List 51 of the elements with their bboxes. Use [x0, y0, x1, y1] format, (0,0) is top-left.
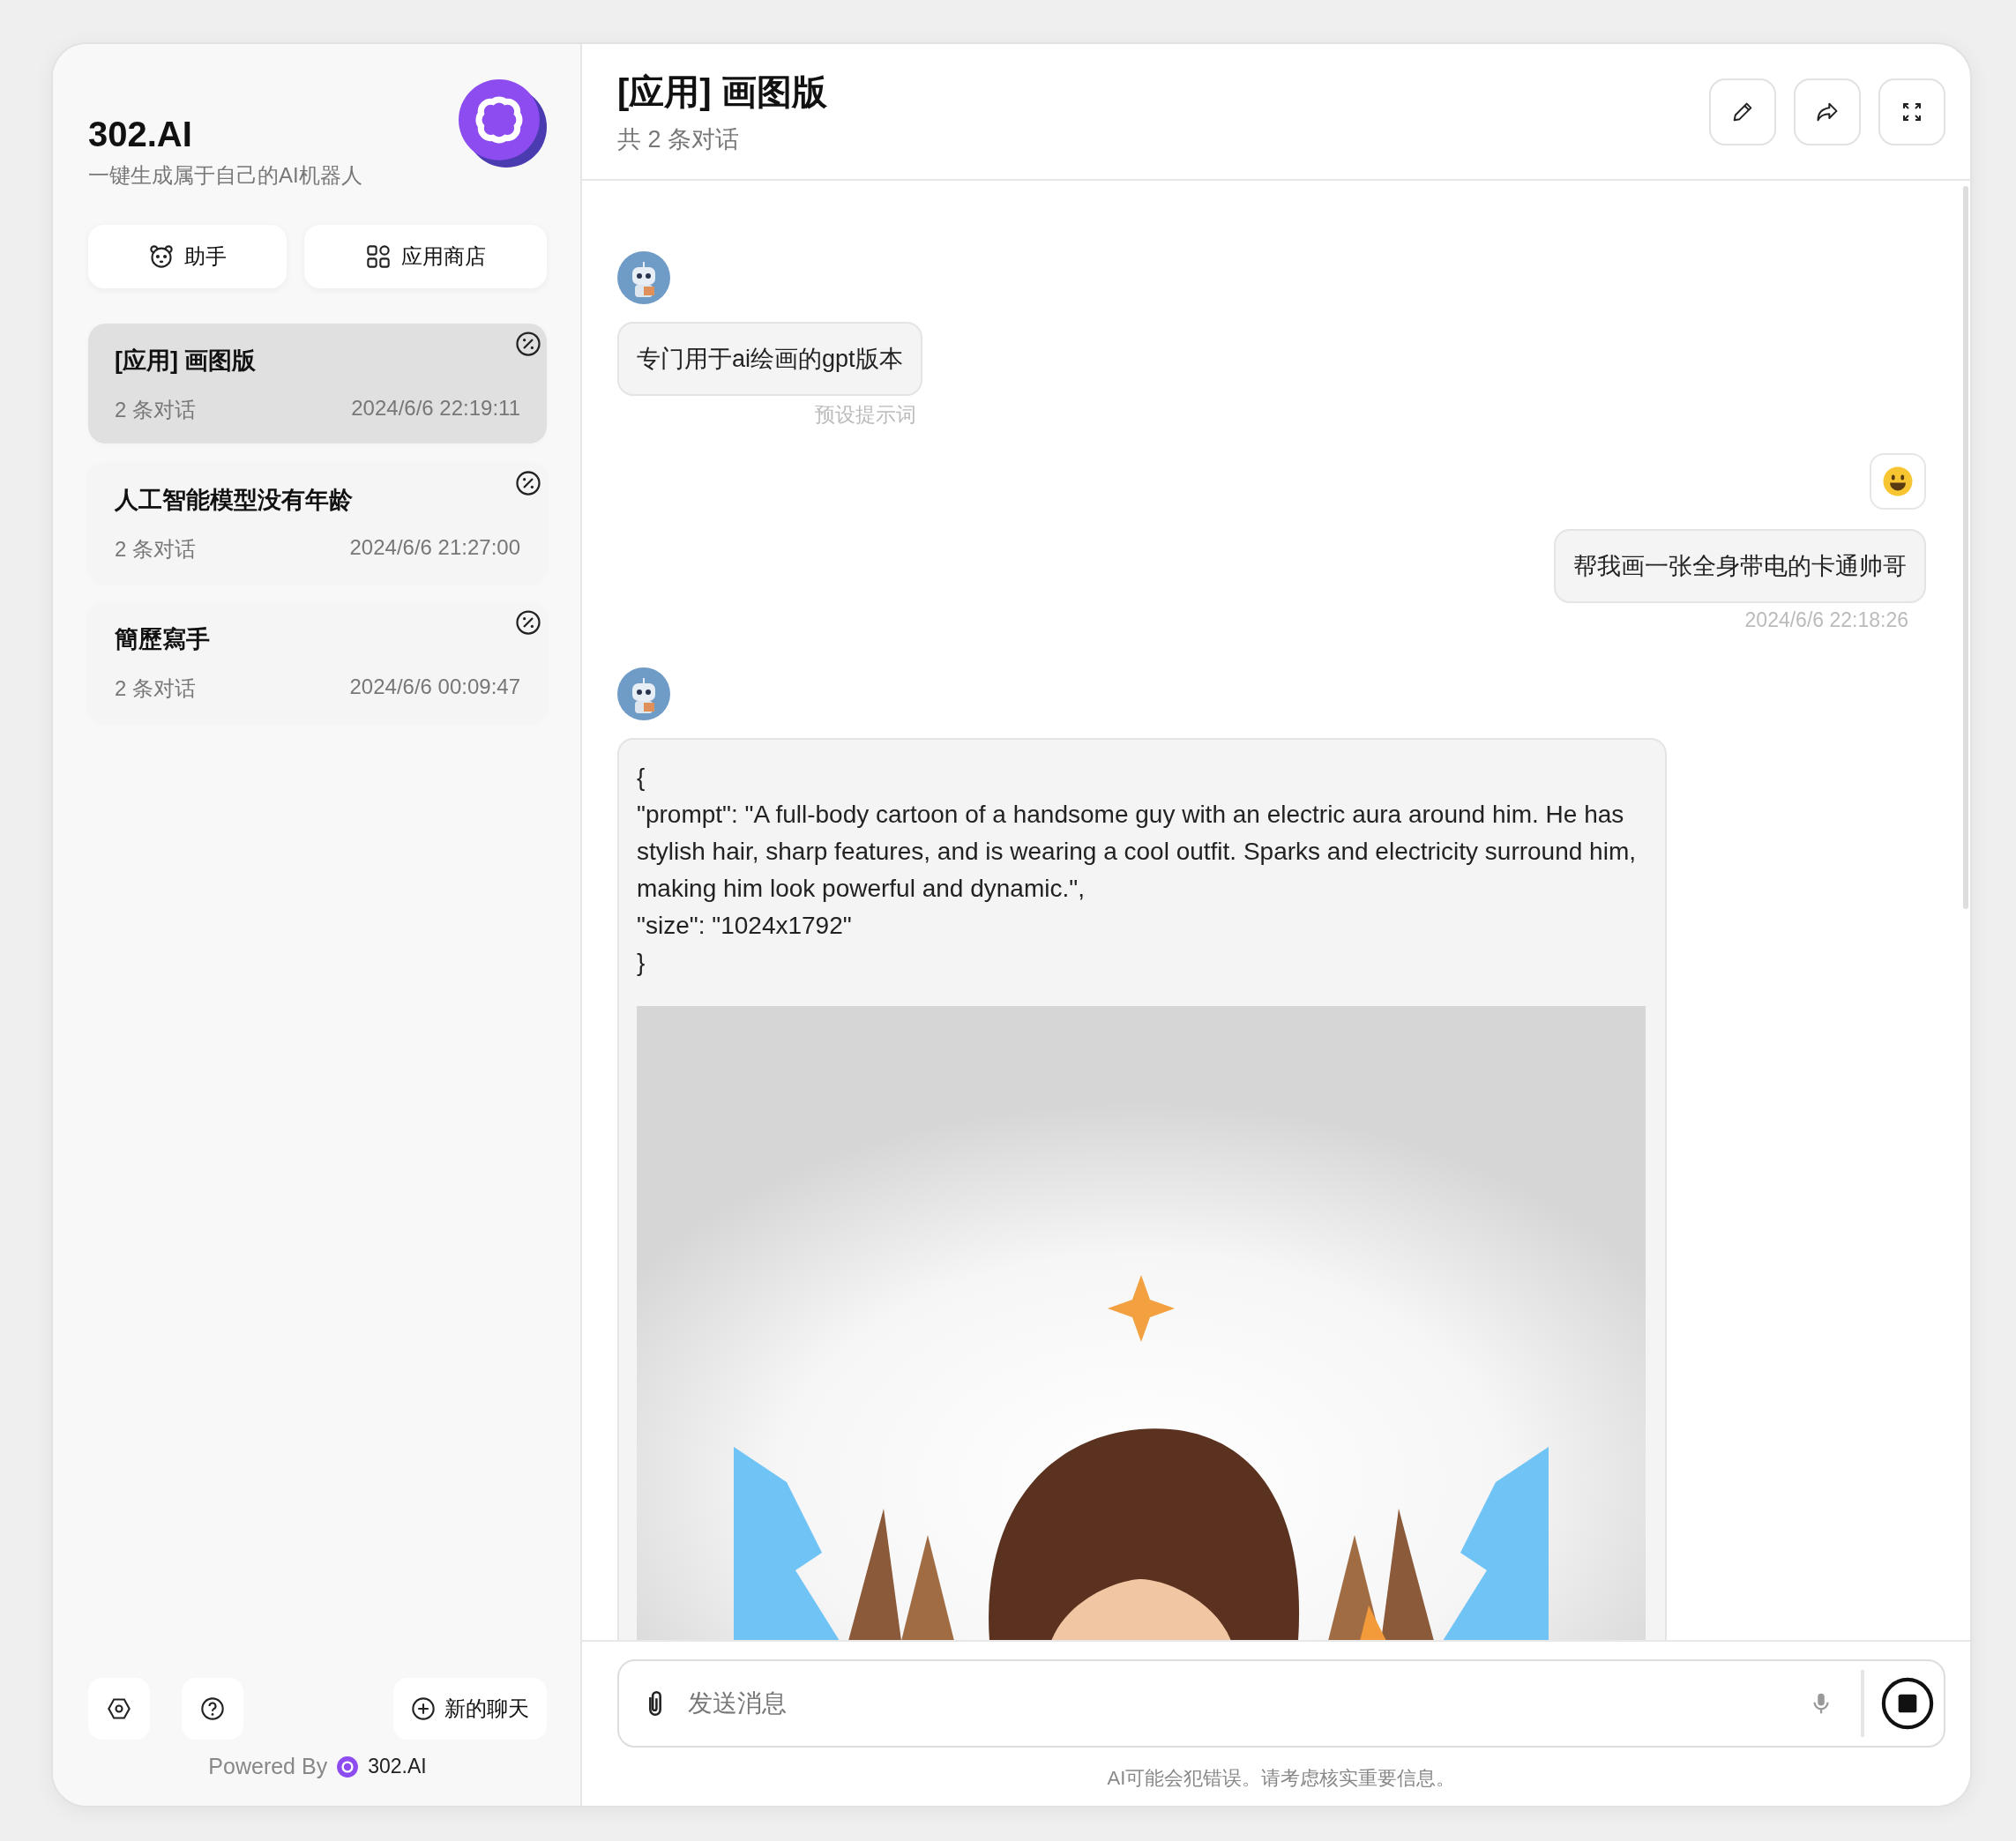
plus-icon — [411, 1696, 436, 1721]
stop-button[interactable] — [1880, 1676, 1935, 1731]
brand-tagline: 一键生成属于自己的AI机器人 — [88, 162, 362, 189]
panda-icon — [148, 244, 174, 269]
robot-avatar-icon — [617, 251, 670, 304]
powered-by-text: Powered By — [208, 1754, 328, 1779]
help-button[interactable] — [182, 1678, 243, 1740]
scrollbar[interactable] — [1963, 186, 1968, 909]
chat-time: 2024/6/6 22:19:11 — [351, 396, 520, 421]
nav-button[interactable]: 应用商店 — [304, 225, 547, 288]
edit-button[interactable] — [1709, 78, 1776, 145]
message-field[interactable]: 发送消息 — [617, 1659, 1945, 1748]
message-bubble: 专门用于ai绘画的gpt版本 — [617, 322, 922, 396]
fullscreen-button[interactable] — [1878, 78, 1945, 145]
message-input[interactable]: 发送消息 — [686, 1688, 1792, 1718]
chat-time: 2024/6/6 21:27:00 — [349, 535, 520, 561]
code-line: "prompt": "A full-body cartoon of a handsome guy with an electric aura around him. He has stylish hair, sharp features, and is wearing a cool outfit. Sparks and electricity surround him, making him look powerful and dynamic.", — [637, 800, 1637, 904]
smiley-icon — [1882, 466, 1914, 497]
message-time: 2024/6/6 22:18:26 — [1744, 608, 1909, 632]
chat-title: 人工智能模型没有年龄 — [115, 486, 354, 515]
chat-item[interactable]: [应用] 画图版 2 条对话 2024/6/6 22:19:11 — [88, 324, 547, 443]
chat-count: 2 条对话 — [115, 397, 196, 423]
delete-icon[interactable] — [515, 470, 541, 496]
chat-subtitle: 共 2 条对话 — [617, 125, 741, 154]
chat-time: 2024/6/6 00:09:47 — [349, 675, 520, 700]
chat-title: 簡歷寫手 — [115, 625, 211, 654]
delete-icon[interactable] — [515, 331, 541, 357]
code-line: } — [637, 948, 646, 978]
disclaimer-text: AI可能会犯错误。请考虑核实重要信息。 — [1106, 1766, 1457, 1791]
share-button[interactable] — [1794, 78, 1861, 145]
settings-icon — [107, 1696, 131, 1721]
grid-icon — [365, 244, 391, 269]
settings-button[interactable] — [88, 1678, 150, 1740]
message-bubble: 帮我画一张全身带电的卡通帅哥 — [1554, 529, 1926, 603]
delete-icon[interactable] — [515, 609, 541, 636]
message-caption: 预设提示词 — [814, 402, 917, 428]
nav-button[interactable]: 助手 — [88, 225, 287, 288]
code-line: { — [637, 763, 646, 793]
powered-brand[interactable]: 302.AI — [368, 1755, 427, 1778]
expand-icon — [1901, 101, 1923, 123]
brand-name: 302.AI — [88, 115, 193, 154]
robot-avatar-icon — [617, 667, 670, 720]
chat-heading: [应用] 画图版 — [617, 71, 827, 113]
new-chat-button[interactable]: 新的聊天 — [393, 1678, 547, 1740]
chat-title: [应用] 画图版 — [115, 347, 258, 376]
help-icon — [200, 1696, 225, 1721]
chat-count: 2 条对话 — [115, 536, 196, 563]
chat-count: 2 条对话 — [115, 675, 196, 702]
logo-icon — [457, 78, 547, 168]
logo-icon — [336, 1755, 360, 1778]
code-line: "size": "1024x1792" — [637, 911, 853, 941]
